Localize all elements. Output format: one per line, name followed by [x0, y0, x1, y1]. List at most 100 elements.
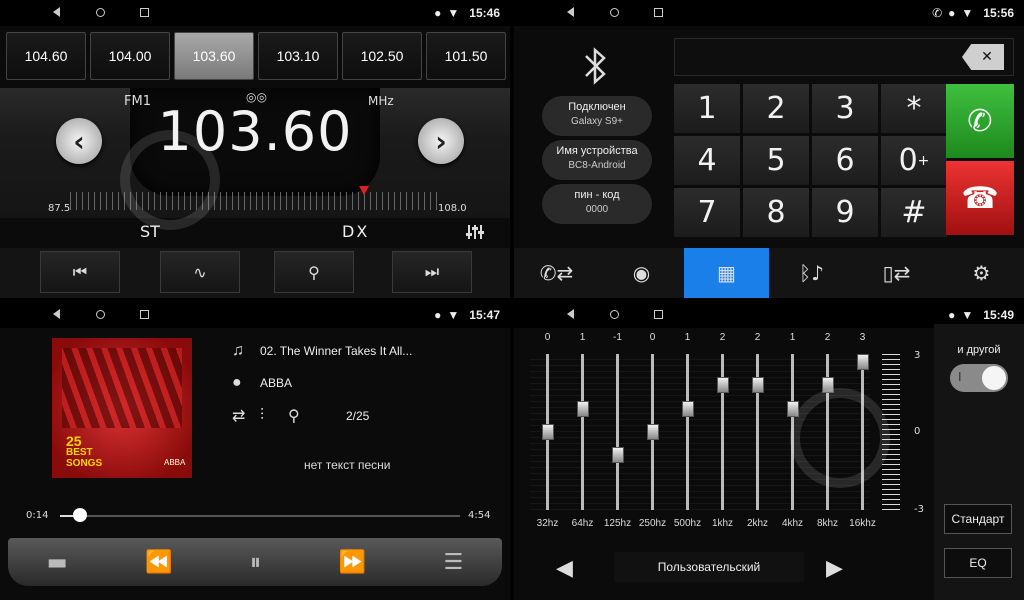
search-icon[interactable]: ⚲ [288, 406, 316, 426]
recents-button[interactable] [122, 6, 166, 20]
pause-icon[interactable]: ⏸ [250, 550, 261, 575]
recents-button[interactable] [636, 308, 680, 322]
progress-knob[interactable] [73, 508, 87, 522]
eq-slider-thumb[interactable] [717, 377, 729, 394]
nav-buttons [548, 308, 680, 322]
back-button[interactable] [34, 6, 78, 20]
status-bar: ● ▼ 15:46 [0, 0, 510, 26]
seek-prev-button[interactable]: ‹ [56, 118, 102, 164]
home-button[interactable] [592, 6, 636, 20]
dial-key[interactable]: 4 [674, 136, 740, 185]
progress-bar[interactable] [60, 515, 460, 517]
back-button[interactable] [34, 308, 78, 322]
seek-next-button[interactable]: › [418, 118, 464, 164]
standard-button[interactable]: Стандарт [944, 504, 1012, 534]
meter-label-bottom: -3 [914, 504, 924, 515]
wifi-icon: ▼ [961, 6, 974, 20]
recents-button[interactable] [636, 6, 680, 20]
connection-label: Подключен [568, 101, 626, 113]
radio-controls: ⏮ ∿ ⚲ ⏭ [0, 248, 510, 298]
dial-key[interactable]: 3 [812, 84, 878, 133]
fast-forward-icon[interactable]: ⏩ [339, 550, 366, 575]
rewind-icon[interactable]: ⏪ [145, 550, 172, 575]
eq-slider-thumb[interactable] [682, 400, 694, 417]
playlist-icon[interactable]: ☰ [443, 550, 463, 575]
preset-button[interactable]: 103.10 [258, 32, 338, 80]
preset-button[interactable]: 102.50 [342, 32, 422, 80]
eq-slider-track[interactable] [616, 354, 619, 510]
dial-key[interactable]: 2 [743, 84, 809, 133]
dial-key[interactable]: 5 [743, 136, 809, 185]
watermark-icon [120, 130, 220, 230]
home-button[interactable] [592, 308, 636, 322]
pin-code[interactable]: пин - код 0000 [542, 184, 652, 224]
album-text: 25 BEST SONGS [66, 434, 102, 469]
preset-button[interactable]: 104.60 [6, 32, 86, 80]
home-button[interactable] [78, 6, 122, 20]
tab-contacts[interactable]: ◉ [599, 248, 684, 298]
tab-settings[interactable]: ⚙ [939, 248, 1024, 298]
hangup-icon: ☎ [961, 180, 999, 216]
bluetooth-music-icon: ᛒ♪ [799, 261, 824, 285]
scan-button[interactable]: ∿ [160, 251, 240, 293]
dial-key[interactable]: # [881, 188, 947, 237]
track-row: ♫ 02. The Winner Takes It All... [232, 342, 412, 360]
loudness-toggle[interactable]: I [950, 364, 1008, 392]
equalizer-icon[interactable]: ⫶ [260, 407, 288, 425]
dial-key-zero[interactable]: 0 + [881, 136, 947, 185]
location-icon: ● [948, 6, 956, 20]
tab-transfer[interactable]: ▯⇄ [854, 248, 939, 298]
folder-icon[interactable]: ▬ [47, 550, 68, 575]
dial-key[interactable]: 9 [812, 188, 878, 237]
next-station-button[interactable]: ⏭ [392, 251, 472, 293]
dial-key[interactable]: 1 [674, 84, 740, 133]
home-button[interactable] [78, 308, 122, 322]
eq-slider-thumb[interactable] [577, 400, 589, 417]
eq-slider-thumb[interactable] [612, 447, 624, 464]
clock: 15:47 [469, 308, 500, 322]
tuning-marker[interactable] [358, 186, 369, 195]
eq-slider-track[interactable] [686, 354, 689, 510]
preset-button-active[interactable]: 103.60 [174, 32, 254, 80]
repeat-icon[interactable]: ⇄ [232, 406, 260, 426]
device-name-label: Имя устройства [556, 145, 638, 157]
eq-slider-thumb[interactable] [647, 424, 659, 440]
equalizer-icon[interactable] [466, 224, 484, 244]
search-button[interactable]: ⚲ [274, 251, 354, 293]
dial-key[interactable]: * [881, 84, 947, 133]
tab-call-log[interactable]: ✆⇄ [514, 248, 599, 298]
wifi-icon: ▼ [447, 308, 460, 322]
eq-band-value: 2 [754, 332, 761, 343]
prev-station-button[interactable]: ⏮ [40, 251, 120, 293]
call-button[interactable]: ✆ [946, 84, 1014, 158]
back-button[interactable] [548, 308, 592, 322]
preset-button[interactable]: 104.00 [90, 32, 170, 80]
tab-dialpad[interactable]: ▦ [684, 248, 769, 298]
eq-slider-thumb[interactable] [857, 354, 869, 370]
next-preset-button[interactable]: ▶ [826, 556, 843, 581]
toggle-label: и другой [957, 344, 1001, 356]
skip-forward-icon: ⏭ [424, 262, 440, 281]
stereo-toggle[interactable]: ST [140, 222, 160, 241]
dial-key[interactable]: 7 [674, 188, 740, 237]
hangup-button[interactable]: ☎ [946, 161, 1014, 235]
eq-band-value: -1 [613, 332, 622, 343]
eq-slider-track[interactable] [581, 354, 584, 510]
prev-preset-button[interactable]: ◀ [556, 556, 573, 581]
eq-slider-thumb[interactable] [752, 377, 764, 394]
dial-key[interactable]: 8 [743, 188, 809, 237]
eq-slider-thumb[interactable] [542, 424, 554, 440]
eq-preset-name: Пользовательский [614, 552, 804, 582]
dx-toggle[interactable]: DX [342, 222, 369, 241]
tab-bt-music[interactable]: ᛒ♪ [769, 248, 854, 298]
back-button[interactable] [548, 6, 592, 20]
meter-label-top: 3 [914, 350, 921, 361]
time-current: 0:14 [26, 510, 49, 521]
preset-button[interactable]: 101.50 [426, 32, 506, 80]
eq-button[interactable]: EQ [944, 548, 1012, 578]
device-name[interactable]: Имя устройства BC8-Android [542, 140, 652, 180]
watermark-icon [790, 388, 890, 488]
dial-key[interactable]: 6 [812, 136, 878, 185]
eq-band-freq: 500hz [673, 518, 702, 529]
recents-button[interactable] [122, 308, 166, 322]
